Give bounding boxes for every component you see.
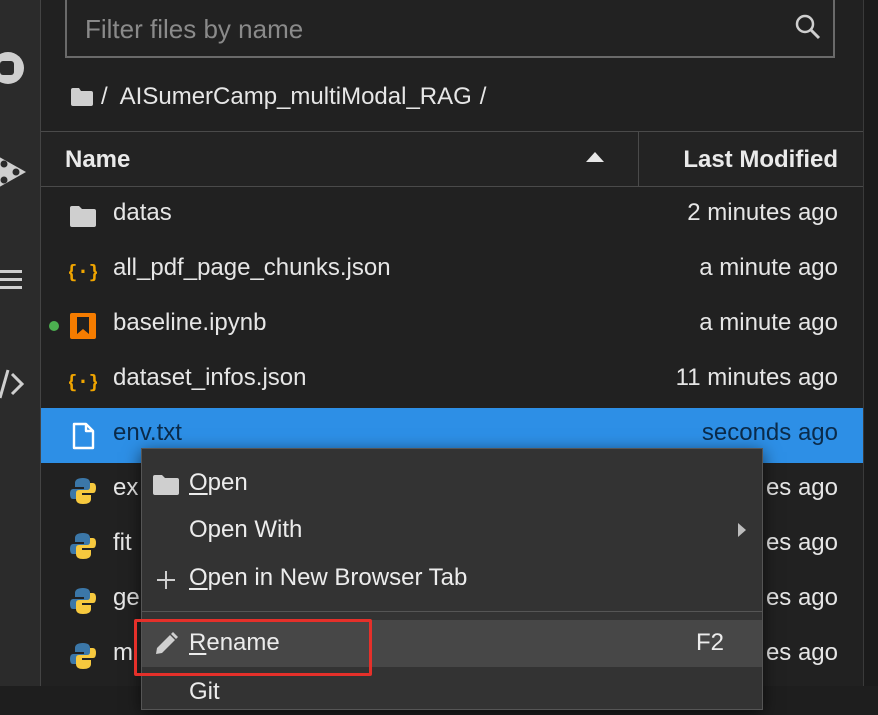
menu-item-label: Open With (189, 516, 303, 543)
file-name: fit (113, 529, 132, 556)
python-icon (70, 478, 96, 504)
file-name: baseline.ipynb (113, 309, 267, 336)
json-icon: {·} (69, 371, 97, 393)
plus-icon (157, 571, 175, 589)
folder-icon (70, 206, 96, 227)
running-indicator (49, 321, 59, 331)
file-modified: seconds ago (701, 419, 838, 446)
file-row-all-pdf-page-chunks[interactable]: {·} all_pdf_page_chunks.json a minute ag… (41, 243, 863, 298)
git-icon[interactable] (0, 150, 34, 194)
menu-item-open-with[interactable]: Open With (142, 507, 762, 553)
file-row-dataset-infos[interactable]: {·} dataset_infos.json 11 minutes ago (41, 353, 863, 408)
column-divider[interactable] (638, 132, 639, 186)
notebook-icon (70, 313, 96, 339)
column-name[interactable]: Name (65, 146, 130, 174)
extensions-icon[interactable] (0, 362, 34, 406)
text-file-icon (72, 422, 95, 450)
file-name: datas (113, 199, 172, 226)
file-name: ge (113, 584, 140, 611)
file-name: ex (113, 474, 139, 501)
menu-item-label: Open (189, 469, 248, 496)
menu-item-label: Open in New Browser Tab (189, 564, 468, 591)
menu-item-open-new-tab[interactable]: Open in New Browser Tab (142, 555, 762, 601)
folder-icon (153, 475, 179, 495)
search-icon (795, 14, 821, 40)
file-modified: es ago (765, 474, 838, 501)
annotation-highlight-box (134, 619, 372, 676)
file-modified: 11 minutes ago (675, 364, 838, 391)
breadcrumb-trail: / (479, 83, 487, 110)
file-modified: es ago (765, 639, 838, 666)
file-row-datas[interactable]: datas 2 minutes ago (41, 188, 863, 243)
json-icon: {·} (69, 261, 97, 283)
filter-box (65, 0, 835, 58)
svg-text:{·}: {·} (69, 261, 97, 283)
file-modified: es ago (765, 584, 838, 611)
breadcrumb-root: / (101, 83, 108, 110)
menu-item-open[interactable]: Open (142, 460, 762, 506)
file-name: dataset_infos.json (113, 364, 307, 391)
panel-gutter (863, 0, 878, 686)
python-icon (70, 643, 96, 669)
breadcrumb: / AISumerCamp_multiModal_RAG / (71, 80, 486, 114)
file-name: all_pdf_page_chunks.json (113, 254, 391, 281)
table-of-contents-icon[interactable] (0, 258, 34, 302)
submenu-arrow-icon (738, 523, 746, 537)
activity-bar (0, 0, 41, 686)
file-row-baseline[interactable]: baseline.ipynb a minute ago (41, 298, 863, 353)
filter-input[interactable] (83, 8, 777, 50)
menu-item-label: Git (189, 678, 220, 705)
python-icon (70, 533, 96, 559)
file-name: env.txt (113, 419, 182, 446)
breadcrumb-folder[interactable]: AISumerCamp_multiModal_RAG (120, 83, 472, 111)
home-folder-icon[interactable] (71, 88, 93, 106)
running-icon[interactable] (0, 46, 34, 90)
file-modified: a minute ago (699, 254, 838, 281)
menu-separator (142, 611, 762, 612)
shortcut-label: F2 (695, 629, 724, 656)
column-last-modified[interactable]: Last Modified (683, 146, 838, 174)
svg-text:{·}: {·} (69, 371, 97, 393)
sort-ascending-icon[interactable] (586, 151, 604, 163)
file-modified: 2 minutes ago (687, 199, 838, 226)
file-modified: a minute ago (699, 309, 838, 336)
file-list-header: Name Last Modified (41, 131, 863, 187)
file-modified: es ago (765, 529, 838, 556)
python-icon (70, 588, 96, 614)
file-name: m (113, 639, 133, 666)
